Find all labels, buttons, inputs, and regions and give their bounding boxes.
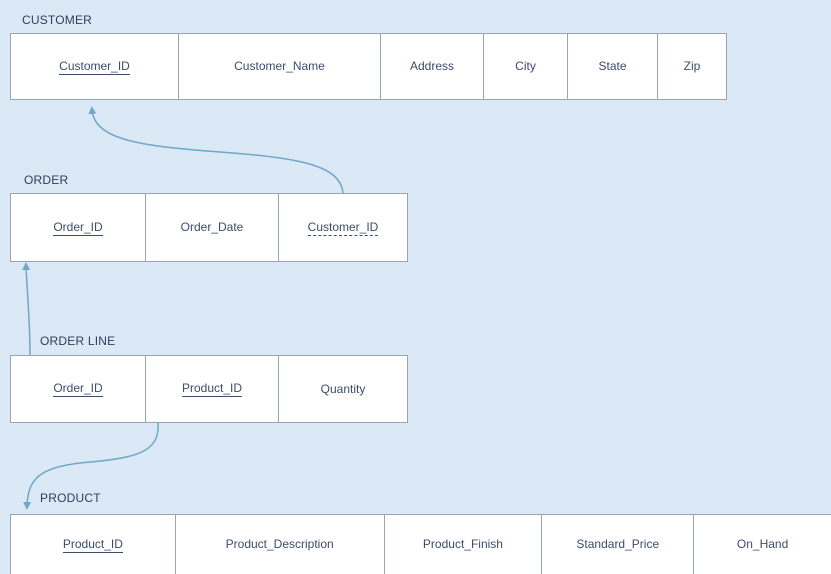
order-col-order-date: Order_Date [146, 194, 279, 261]
product-col-product-finish: Product_Finish [385, 515, 543, 574]
relational-schema-diagram: CUSTOMER Customer_ID Customer_Name Addre… [0, 0, 831, 574]
order-table-title: ORDER [24, 173, 69, 187]
customer-col-zip: Zip [683, 59, 701, 73]
order-line-col-order-id: Order_ID [11, 356, 146, 422]
product-col-product-description: Product_Description [176, 515, 385, 574]
order-line-table-title: ORDER LINE [40, 334, 116, 348]
product-table: Product_ID Product_Description Product_F… [10, 514, 831, 574]
product-col-product-id: Product_ID [11, 515, 176, 574]
order-line-col-quantity: Quantity [320, 381, 366, 396]
customer-col-city: City [484, 34, 568, 99]
order-col-order-id: Order_ID [11, 194, 146, 261]
customer-col-state: State [568, 34, 658, 99]
product-table-title: PRODUCT [40, 491, 101, 505]
product-col-on-hand: On_Hand [736, 537, 789, 551]
order-col-customer-id: Customer_ID [307, 219, 379, 236]
link-orderline-order-to-order [22, 262, 31, 357]
customer-table-title: CUSTOMER [22, 13, 93, 27]
customer-col-address: Address [381, 34, 484, 99]
order-line-col-product-id: Product_ID [146, 356, 279, 422]
link-order-customer-to-customer [88, 106, 344, 194]
customer-table: Customer_ID Customer_Name Address City S… [10, 33, 727, 100]
product-col-standard-price: Standard_Price [542, 515, 695, 574]
customer-col-customer-id: Customer_ID [11, 34, 179, 99]
order-line-table: Order_ID Product_ID Quantity [10, 355, 408, 423]
order-table: Order_ID Order_Date Customer_ID [10, 193, 408, 262]
customer-col-customer-name: Customer_Name [179, 34, 381, 99]
